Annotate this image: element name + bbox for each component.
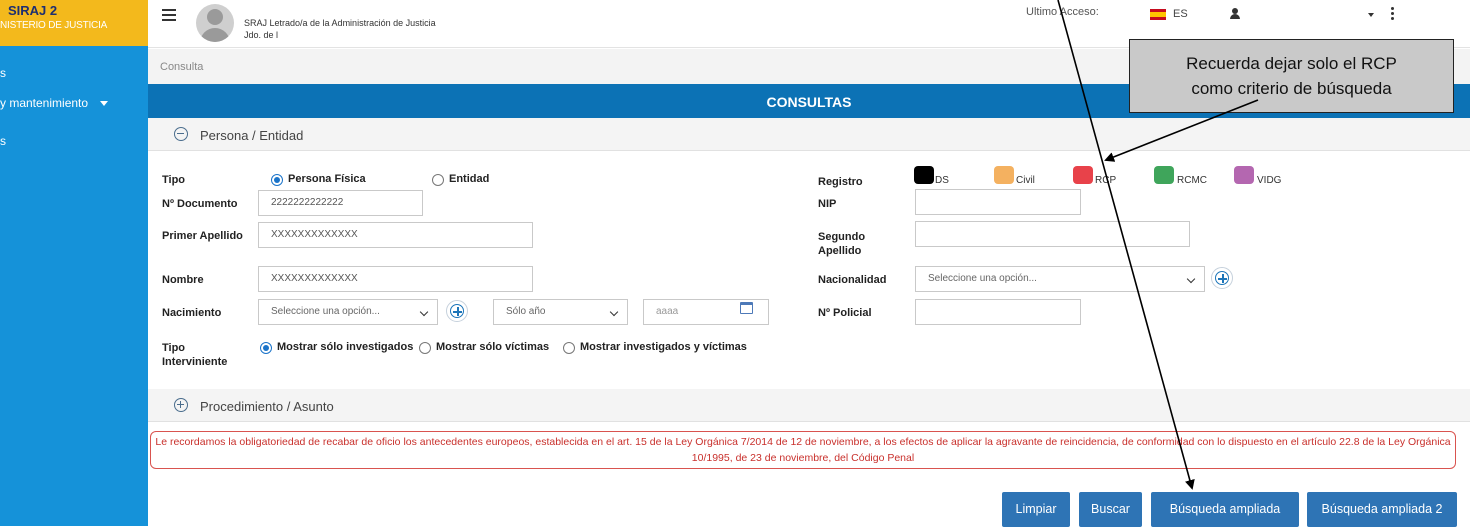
annotation-arrows — [1057, 0, 1259, 490]
arrow-to-rcp — [1104, 99, 1259, 162]
arrow-to-busqueda-ampliada — [1057, 0, 1195, 490]
